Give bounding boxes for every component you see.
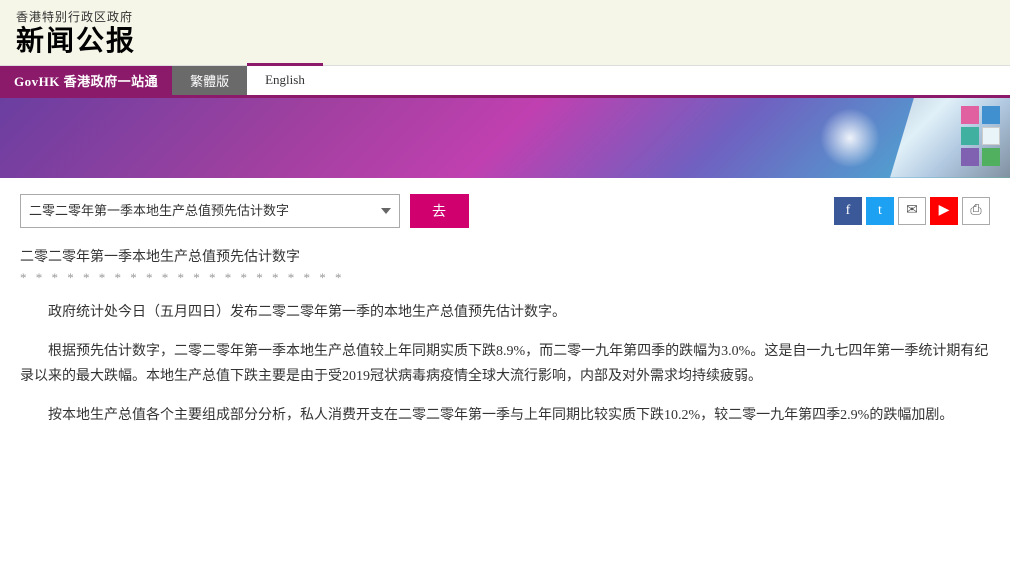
content-area: 二零二零年第一季本地生产总值预先估计数字 去 f t ✉ ▶ ⎙ 二零二零年第一… bbox=[0, 178, 1010, 459]
article-title: 二零二零年第一季本地生产总值预先估计数字 bbox=[20, 246, 990, 266]
org-name: 香港特别行政区政府 bbox=[16, 8, 994, 25]
banner-sq-1 bbox=[961, 106, 979, 124]
article-para-2: 根据预先估计数字，二零二零年第一季本地生产总值较上年同期实质下跌8.9%，而二零… bbox=[20, 339, 990, 389]
banner-glow bbox=[820, 108, 880, 168]
banner-sq-3 bbox=[961, 127, 979, 145]
social-icons: f t ✉ ▶ ⎙ bbox=[834, 197, 990, 225]
youtube-icon[interactable]: ▶ bbox=[930, 197, 958, 225]
press-release-select[interactable]: 二零二零年第一季本地生产总值预先估计数字 bbox=[20, 194, 400, 228]
trad-version-link[interactable]: 繁體版 bbox=[172, 66, 247, 95]
facebook-icon[interactable]: f bbox=[834, 197, 862, 225]
twitter-icon[interactable]: t bbox=[866, 197, 894, 225]
banner-sq-2 bbox=[982, 106, 1000, 124]
page-title: 新闻公报 bbox=[16, 25, 994, 59]
article-para-1: 政府统计处今日（五月四日）发布二零二零年第一季的本地生产总值预先估计数字。 bbox=[20, 300, 990, 325]
dropdown-row: 二零二零年第一季本地生产总值预先估计数字 去 f t ✉ ▶ ⎙ bbox=[20, 194, 990, 228]
banner-sq-6 bbox=[982, 148, 1000, 166]
banner-sq-4 bbox=[982, 127, 1000, 145]
banner-squares bbox=[961, 106, 1000, 166]
email-icon[interactable]: ✉ bbox=[898, 197, 926, 225]
go-button[interactable]: 去 bbox=[410, 194, 469, 228]
article-divider: * * * * * * * * * * * * * * * * * * * * … bbox=[20, 270, 990, 286]
print-icon[interactable]: ⎙ bbox=[962, 197, 990, 225]
english-version-link[interactable]: English bbox=[247, 63, 323, 95]
nav-bar: GovHK 香港政府一站通 繁體版 English bbox=[0, 66, 1010, 98]
banner-image bbox=[0, 98, 1010, 178]
article-body: 政府统计处今日（五月四日）发布二零二零年第一季的本地生产总值预先估计数字。 根据… bbox=[20, 300, 990, 429]
article-para-3: 按本地生产总值各个主要组成部分分析，私人消费开支在二零二零年第一季与上年同期比较… bbox=[20, 403, 990, 428]
banner-sq-5 bbox=[961, 148, 979, 166]
govhk-link[interactable]: GovHK 香港政府一站通 bbox=[0, 66, 172, 95]
page-header: 香港特别行政区政府 新闻公报 bbox=[0, 0, 1010, 66]
